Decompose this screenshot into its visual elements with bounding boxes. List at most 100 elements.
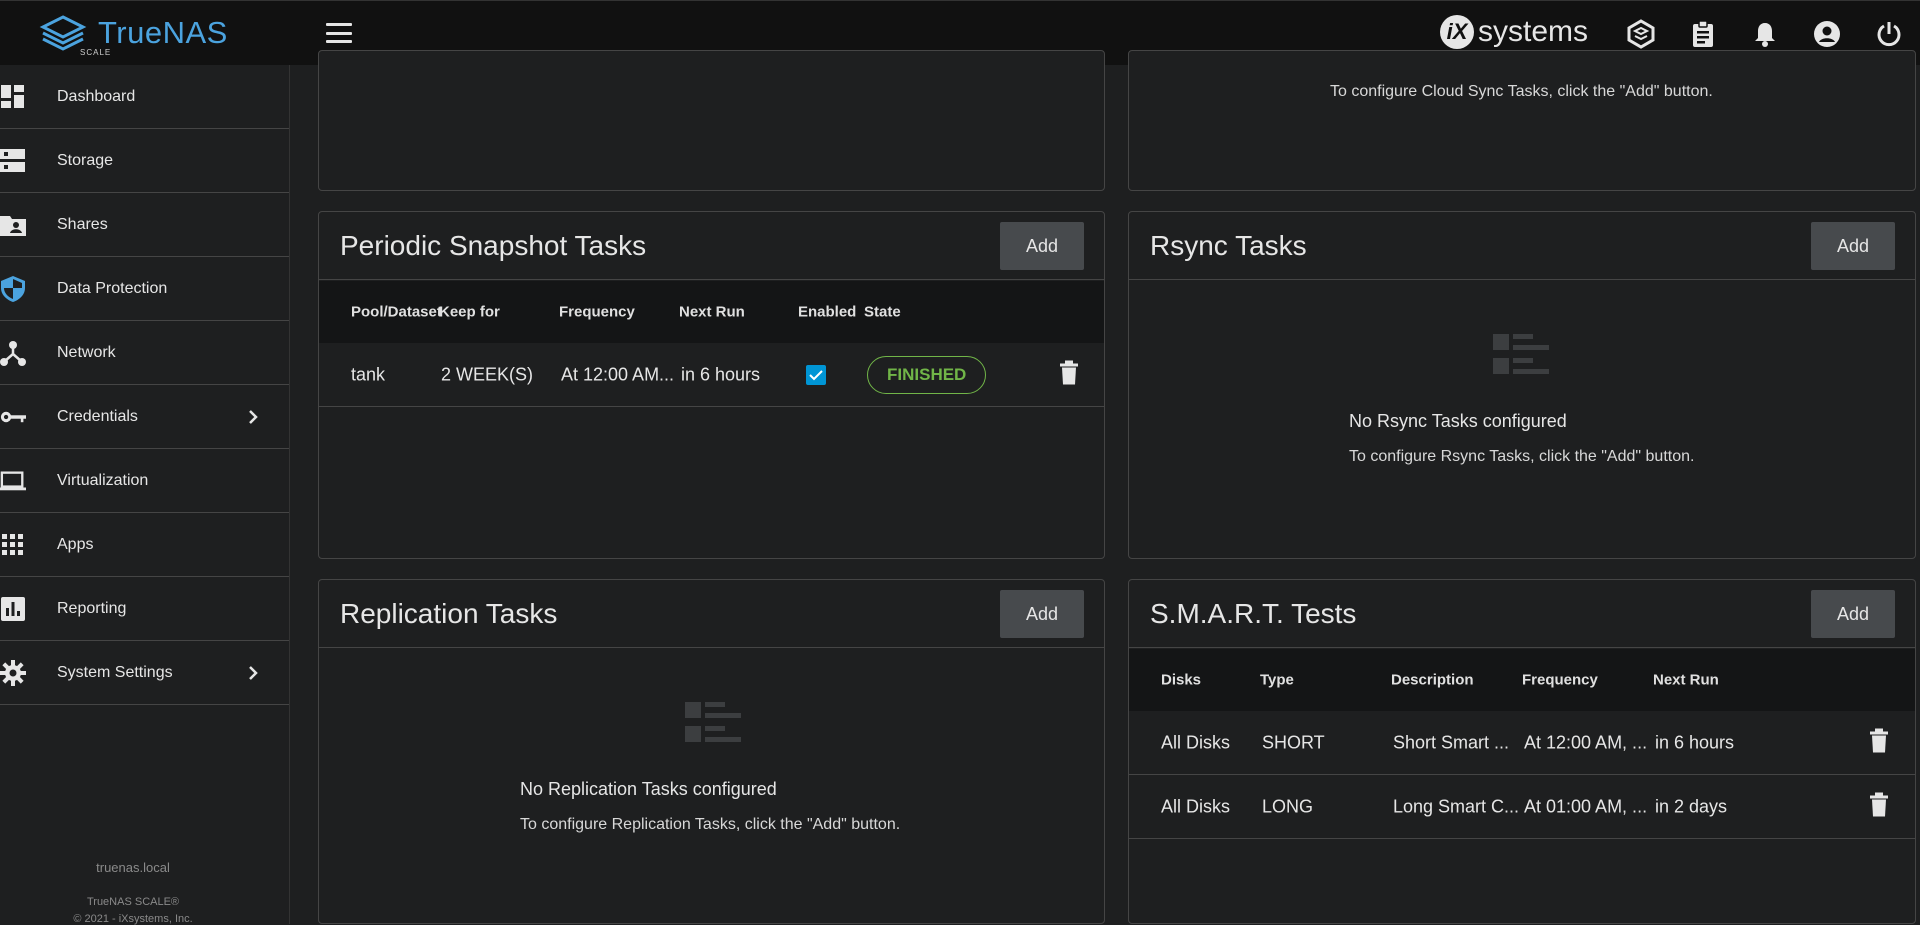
- sidebar-item-label: Network: [57, 343, 116, 361]
- brand-sub: SCALE: [80, 48, 112, 57]
- add-smart-test-button[interactable]: Add: [1811, 590, 1895, 638]
- chevron-right-icon: [246, 663, 260, 683]
- card-title: S.M.A.R.T. Tests: [1150, 598, 1357, 629]
- cell-dataset: tank: [351, 364, 386, 384]
- add-rsync-button[interactable]: Add: [1811, 222, 1895, 270]
- chart-icon: [0, 597, 26, 621]
- add-replication-button[interactable]: Add: [1000, 590, 1084, 638]
- check-icon: [809, 369, 823, 380]
- replication-empty-text: To configure Replication Tasks, click th…: [520, 816, 901, 833]
- sidebar-item-storage[interactable]: Storage: [0, 129, 289, 193]
- shares-icon: [0, 213, 26, 237]
- smart-tests-card: S.M.A.R.T. Tests Add Disks Type Descript…: [1128, 579, 1916, 924]
- table-row[interactable]: All Disks SHORT Short Smart ... At 12:00…: [1129, 711, 1915, 775]
- sidebar-item-system-settings[interactable]: System Settings: [0, 641, 289, 705]
- sidebar-item-label: Reporting: [57, 599, 127, 617]
- task-manager-icon[interactable]: [1672, 17, 1734, 51]
- column-header[interactable]: Enabled: [798, 304, 856, 321]
- sidebar-item-virtualization[interactable]: Virtualization: [0, 449, 289, 513]
- hostname: truenas.local: [96, 860, 170, 875]
- column-header[interactable]: Frequency: [1522, 672, 1598, 689]
- replication-card: Replication Tasks Add No Replication Tas…: [318, 579, 1105, 924]
- cell-type: SHORT: [1262, 732, 1325, 752]
- cell-frequency: At 12:00 AM...: [561, 364, 675, 384]
- truecommand-icon[interactable]: [1610, 17, 1672, 51]
- column-header[interactable]: Disks: [1161, 672, 1201, 689]
- card-header: S.M.A.R.T. Tests Add: [1129, 580, 1915, 648]
- sidebar-item-dashboard[interactable]: Dashboard: [0, 65, 289, 129]
- rsync-empty-title: No Rsync Tasks configured: [1349, 411, 1567, 431]
- sidebar-item-label: System Settings: [57, 663, 173, 681]
- sidebar-item-reporting[interactable]: Reporting: [0, 577, 289, 641]
- cell-next-run: in 6 hours: [681, 364, 761, 384]
- laptop-icon: [0, 469, 26, 493]
- cloud-sync-card: To configure Cloud Sync Tasks, click the…: [1128, 50, 1916, 191]
- vendor-name: systems: [1478, 15, 1589, 48]
- sidebar-item-data-protection[interactable]: Data Protection: [0, 257, 289, 321]
- cell-disks: All Disks: [1161, 732, 1231, 752]
- card-title: Rsync Tasks: [1150, 230, 1307, 261]
- delete-icon[interactable]: [1869, 728, 1889, 757]
- cell-description: Short Smart ...: [1393, 732, 1510, 752]
- sidebar-item-credentials[interactable]: Credentials: [0, 385, 289, 449]
- enabled-checkbox[interactable]: [806, 364, 826, 385]
- sidebar-item-network[interactable]: Network: [0, 321, 289, 385]
- footer-copyright: © 2021 - iXsystems, Inc.: [73, 913, 193, 925]
- delete-icon[interactable]: [1869, 792, 1889, 821]
- cell-frequency: At 01:00 AM, ...: [1524, 796, 1648, 816]
- column-header[interactable]: State: [864, 304, 901, 321]
- gear-icon: [0, 660, 26, 686]
- column-header[interactable]: Next Run: [1653, 672, 1719, 689]
- key-icon: [0, 405, 26, 429]
- power-icon[interactable]: [1858, 17, 1920, 51]
- column-header[interactable]: Description: [1391, 672, 1474, 689]
- rsync-card: Rsync Tasks Add No Rsync Tasks configure…: [1128, 211, 1916, 559]
- card-title: Periodic Snapshot Tasks: [340, 230, 647, 261]
- sidebar-item-label: Virtualization: [57, 471, 149, 489]
- cell-next-run: in 2 days: [1655, 796, 1728, 816]
- status-badge[interactable]: FINISHED: [867, 355, 987, 394]
- sidebar-item-label: Storage: [57, 151, 114, 169]
- ix-mark: iX: [1440, 15, 1474, 49]
- card-header: Rsync Tasks Add: [1129, 212, 1915, 280]
- sidebar-nav: Dashboard Storage Shares Data Protection…: [0, 65, 290, 925]
- cell-next-run: in 6 hours: [1655, 732, 1735, 752]
- table-header: Pool/Dataset Keep for Frequency Next Run…: [319, 281, 1104, 343]
- empty-list-icon: [685, 702, 741, 742]
- card-title: Replication Tasks: [340, 598, 558, 629]
- sidebar-item-label: Dashboard: [57, 87, 136, 105]
- sidebar-item-label: Shares: [57, 215, 108, 233]
- account-icon[interactable]: [1796, 17, 1858, 51]
- sidebar-item-label: Credentials: [57, 407, 138, 425]
- menu-toggle-button[interactable]: [326, 23, 352, 43]
- cell-keep: 2 WEEK(S): [441, 364, 534, 384]
- notifications-icon[interactable]: [1734, 17, 1796, 51]
- replication-empty-title: No Replication Tasks configured: [520, 779, 777, 799]
- sidebar-item-label: Data Protection: [57, 279, 168, 297]
- truenas-logo-icon: [39, 15, 87, 51]
- apps-icon: [0, 533, 26, 557]
- sidebar-item-apps[interactable]: Apps: [0, 513, 289, 577]
- cell-frequency: At 12:00 AM, ...: [1524, 732, 1648, 752]
- table-row[interactable]: All Disks LONG Long Smart C... At 01:00 …: [1129, 775, 1915, 839]
- column-header[interactable]: Type: [1260, 672, 1294, 689]
- footer-product: TrueNAS SCALE®: [86, 896, 180, 908]
- column-header[interactable]: Frequency: [559, 304, 635, 321]
- chevron-right-icon: [246, 407, 260, 427]
- cloud-sync-empty-text: To configure Cloud Sync Tasks, click the…: [1330, 83, 1713, 100]
- ixsystems-logo[interactable]: iX systems: [1440, 15, 1588, 49]
- table-row[interactable]: tank 2 WEEK(S) At 12:00 AM... in 6 hours…: [319, 343, 1104, 407]
- sidebar-item-shares[interactable]: Shares: [0, 193, 289, 257]
- empty-list-icon: [1493, 334, 1549, 374]
- rsync-empty-text: To configure Rsync Tasks, click the "Add…: [1349, 448, 1695, 465]
- network-icon: [0, 341, 26, 366]
- card-header: Periodic Snapshot Tasks Add: [319, 212, 1104, 280]
- dashboard-icon: [0, 85, 26, 109]
- delete-icon[interactable]: [1059, 360, 1079, 389]
- column-header[interactable]: Keep for: [439, 304, 500, 321]
- add-snapshot-button[interactable]: Add: [1000, 222, 1084, 270]
- column-header[interactable]: Next Run: [679, 304, 745, 321]
- card-header: Replication Tasks Add: [319, 580, 1104, 648]
- shield-icon: [0, 276, 26, 302]
- truenas-logo[interactable]: TrueNAS SCALE: [36, 13, 228, 57]
